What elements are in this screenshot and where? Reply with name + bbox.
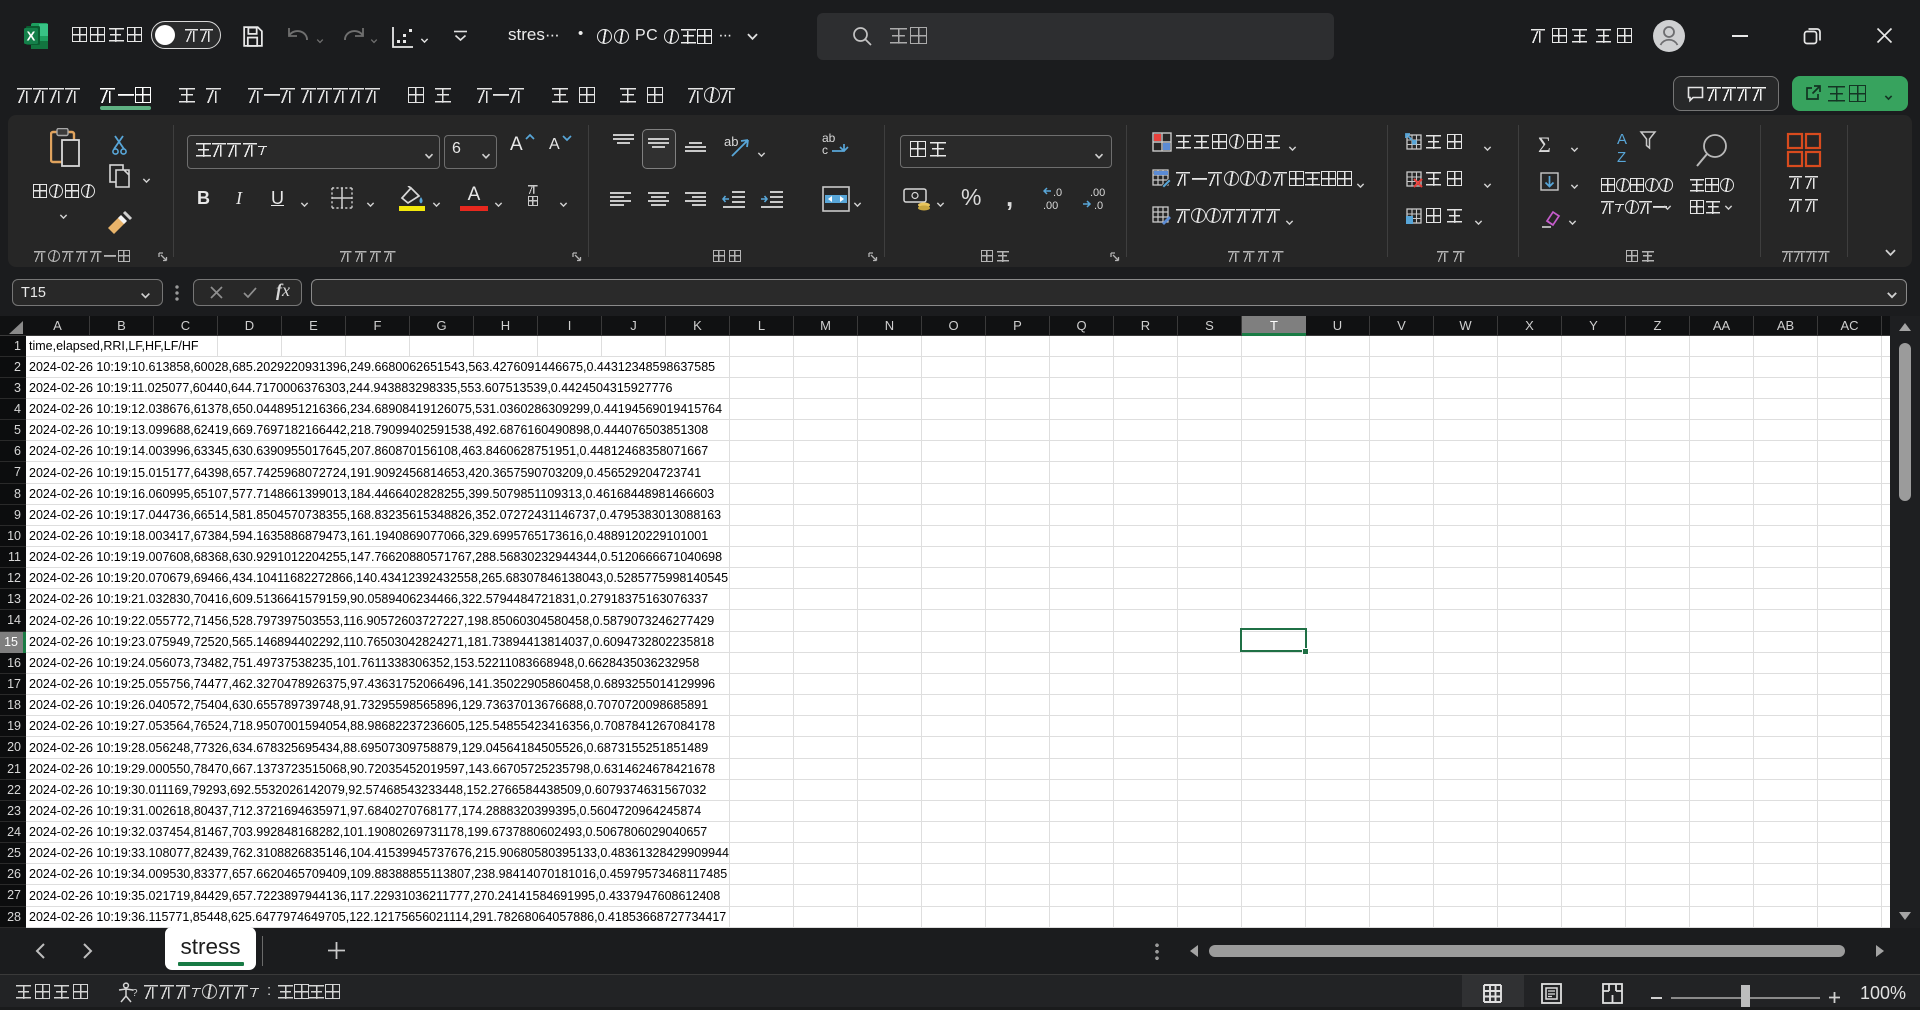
svg-text:?: ? <box>132 988 138 999</box>
svg-text:.00: .00 <box>1090 187 1105 199</box>
svg-text:A: A <box>1617 131 1627 148</box>
svg-text:.0: .0 <box>1053 187 1062 199</box>
svg-text:ab: ab <box>724 134 738 149</box>
svg-text:.00: .00 <box>1043 200 1058 212</box>
svg-text:c: c <box>822 143 828 157</box>
svg-text:X: X <box>27 29 36 44</box>
svg-text:.0: .0 <box>1094 200 1103 212</box>
svg-text:Z: Z <box>1617 149 1626 166</box>
